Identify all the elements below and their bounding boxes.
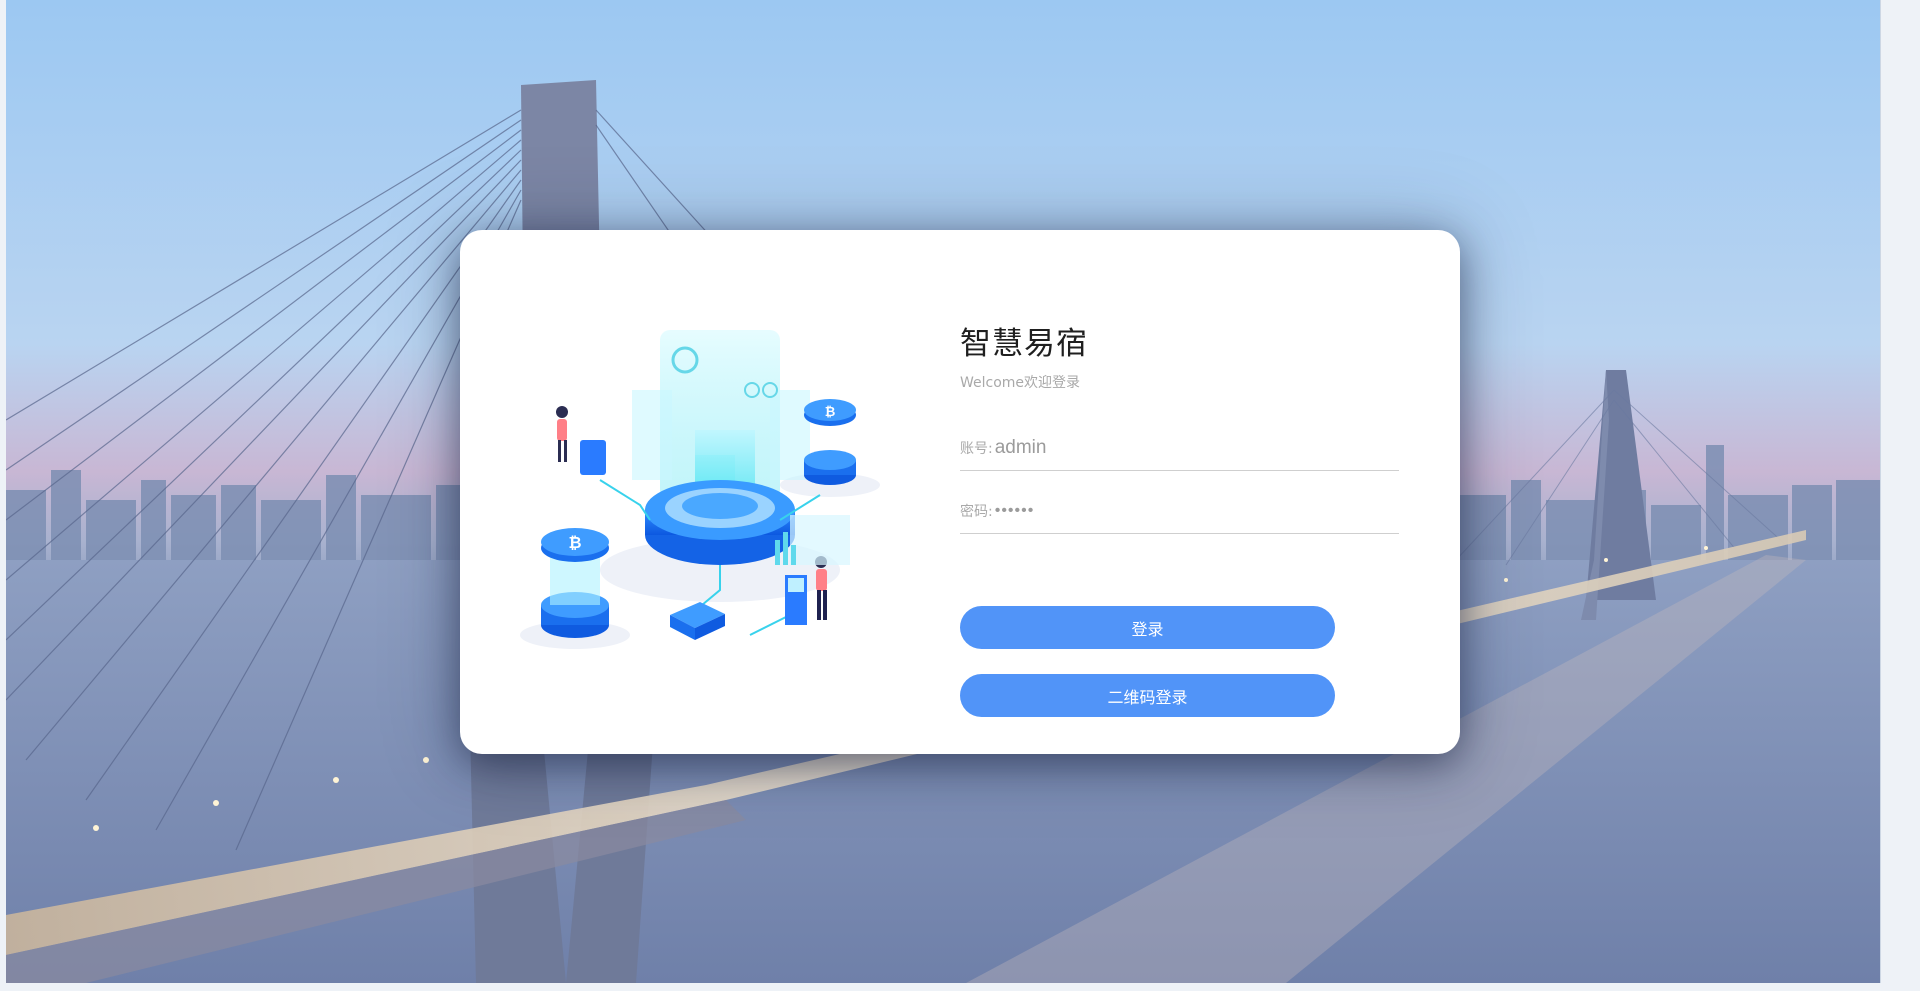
welcome-subtitle: Welcome欢迎登录: [960, 375, 1081, 391]
login-page: ₿ ₿ 智慧易宿 Welcome欢迎登录 账号: admin 密码: •••••…: [0, 0, 1920, 991]
password-field: 密码:: [960, 489, 1399, 534]
qr-login-button[interactable]: 二维码登录: [960, 674, 1335, 717]
account-field: 账号:: [960, 426, 1399, 471]
account-label: 账号:: [960, 441, 993, 457]
data-center-illustration: ₿ ₿: [520, 320, 900, 690]
password-label: 密码:: [960, 504, 993, 520]
app-title: 智慧易宿: [960, 326, 1088, 362]
svg-text:₿: ₿: [825, 405, 836, 420]
login-form: 智慧易宿 Welcome欢迎登录 账号: 密码: 登录 二维码登录: [960, 230, 1400, 754]
svg-text:₿: ₿: [568, 533, 581, 552]
password-input[interactable]: [992, 502, 1399, 520]
login-button[interactable]: 登录: [960, 606, 1335, 649]
login-card: ₿ ₿ 智慧易宿 Welcome欢迎登录 账号: admin 密码: •••••…: [460, 230, 1460, 754]
account-input[interactable]: [992, 437, 1399, 459]
